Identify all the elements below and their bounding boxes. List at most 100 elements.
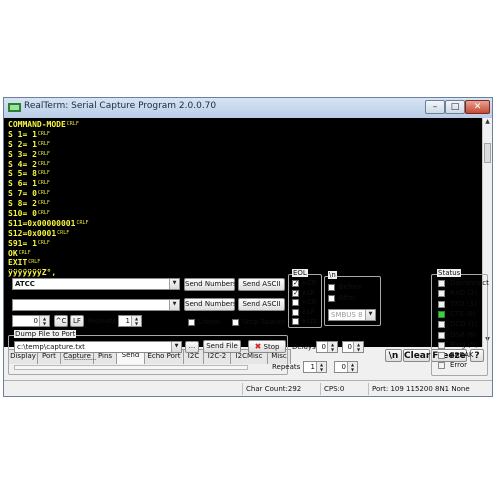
crlf-marker: CRLF bbox=[37, 239, 50, 246]
eol-checkbox[interactable] bbox=[292, 308, 299, 316]
terminal-line: S11=0x00000001CRLF bbox=[8, 219, 482, 229]
app-icon bbox=[8, 103, 21, 112]
terminal-line-text: S 1= 1 bbox=[8, 129, 37, 139]
strip-spaces-checkbox[interactable] bbox=[232, 319, 239, 326]
scroll-up-icon[interactable]: ▲ bbox=[483, 118, 492, 128]
terminal-line: S10= 0CRLF bbox=[8, 209, 482, 219]
title-bar[interactable]: RealTerm: Serial Capture Program 2.0.0.7… bbox=[4, 98, 492, 118]
crlf-marker: CRLF bbox=[28, 259, 41, 266]
send-numbers-button-2[interactable]: Send Numbers bbox=[184, 298, 237, 311]
terminal-line: S12=0x0001CRLF bbox=[8, 229, 482, 239]
ctrl-c-button[interactable]: ^C bbox=[54, 315, 68, 327]
terminal-line: S 5= 8CRLF bbox=[8, 169, 482, 179]
crlf-marker: CRLF bbox=[57, 229, 70, 236]
status-label: BREAK bbox=[450, 351, 474, 360]
eol-checkbox[interactable] bbox=[292, 318, 299, 325]
delay2-value: 0 bbox=[347, 343, 352, 351]
scroll-thumb[interactable] bbox=[484, 143, 491, 163]
dump-repeats1-spinner[interactable]: 1 ▲ ▼ bbox=[303, 361, 327, 373]
terminal-line: COMMAND-MODECRLF bbox=[8, 120, 482, 130]
stop-label: Stop bbox=[263, 343, 280, 351]
eol-checkbox[interactable]: ✓ bbox=[292, 289, 299, 297]
terminal-line-text: COMMAND-MODE bbox=[8, 120, 66, 129]
status-led bbox=[438, 321, 445, 329]
status-label: TXD (3) bbox=[450, 299, 477, 308]
eol-label: +crc bbox=[301, 317, 318, 325]
strip-spaces-label: Strip Spaces bbox=[242, 318, 286, 326]
status-led bbox=[438, 280, 445, 287]
terminal-line-text: EXIT bbox=[8, 258, 28, 268]
spinner-arrows-icon[interactable]: ▲ ▼ bbox=[347, 362, 357, 372]
eol-checkbox[interactable] bbox=[292, 299, 299, 306]
status-led bbox=[438, 310, 445, 318]
eol-label: +LF bbox=[301, 288, 315, 297]
lf-button[interactable]: LF bbox=[70, 315, 84, 327]
eol-checkbox[interactable]: ✓ bbox=[292, 280, 299, 287]
terminal-line-text: S 8= 2 bbox=[8, 199, 37, 209]
after-checkbox[interactable] bbox=[328, 295, 335, 302]
dump-file-path[interactable]: c:\temp\capture.txt ▼ bbox=[14, 341, 182, 353]
realterm-window: RealTerm: Serial Capture Program 2.0.0.7… bbox=[3, 97, 493, 397]
chevron-down-icon[interactable]: ▼ bbox=[171, 342, 181, 352]
terminal-line: S 2= 1CRLF bbox=[8, 140, 482, 150]
send-ascii-button-1[interactable]: Send ASCII bbox=[238, 278, 285, 291]
dump-repeats2-value: 0 bbox=[341, 363, 346, 371]
close-button[interactable]: ✕ bbox=[465, 100, 490, 114]
crlf-marker: CRLF bbox=[37, 160, 50, 167]
chevron-down-icon[interactable]: ▼ bbox=[169, 279, 179, 289]
chevron-down-icon[interactable]: ▼ bbox=[365, 310, 375, 320]
spinner-arrows-icon[interactable]: ▲ ▼ bbox=[39, 316, 49, 326]
crlf-marker: CRLF bbox=[37, 180, 50, 187]
newline-button[interactable]: \n bbox=[385, 349, 402, 362]
delay2-spinner[interactable]: 0 ▲ ▼ bbox=[342, 341, 364, 353]
browse-button[interactable]: ... bbox=[185, 341, 199, 353]
dump-repeats1-value: 1 bbox=[310, 363, 315, 371]
literal-label: Literal bbox=[198, 318, 221, 326]
literal-checkbox[interactable] bbox=[188, 319, 195, 326]
chevron-down-icon[interactable]: ▼ bbox=[169, 300, 179, 310]
before-checkbox[interactable] bbox=[328, 284, 335, 291]
status-label: Error bbox=[450, 361, 468, 370]
terminal-line-text: S12=0x0001 bbox=[8, 228, 57, 238]
send-file-button[interactable]: Send File bbox=[203, 340, 241, 353]
status-led bbox=[438, 331, 445, 339]
terminal-line: S 8= 2CRLF bbox=[8, 199, 482, 209]
dump-repeats2-spinner[interactable]: 0 ▲ ▼ bbox=[334, 361, 358, 373]
terminal-line: S91= 1CRLF bbox=[8, 239, 482, 249]
spinner-arrows-icon[interactable]: ▲ ▼ bbox=[131, 316, 141, 326]
send-input-2[interactable]: ▼ bbox=[12, 299, 180, 311]
after-label: After bbox=[339, 294, 356, 302]
eol-label: +CR bbox=[301, 279, 317, 287]
repeats-spinner[interactable]: 1 ▲ ▼ bbox=[118, 315, 142, 327]
crlf-marker: CRLF bbox=[66, 121, 79, 127]
send-input-1-value: ATCC bbox=[15, 280, 35, 288]
spinner-arrows-icon[interactable]: ▲ ▼ bbox=[327, 342, 337, 352]
stop-button[interactable]: ✖ Stop bbox=[248, 340, 286, 353]
clear-button[interactable]: Clear bbox=[403, 349, 430, 362]
send-numbers-button-1[interactable]: Send Numbers bbox=[184, 278, 237, 291]
terminal-line-text: S 7= 0 bbox=[8, 189, 37, 199]
terminal-line-text: OK bbox=[8, 248, 18, 258]
crlf-marker: CRLF bbox=[18, 249, 31, 256]
dump-repeats-label: Repeats bbox=[272, 363, 301, 371]
spinner-arrows-icon[interactable]: ▲ ▼ bbox=[353, 342, 363, 352]
maximize-button[interactable]: □ bbox=[445, 100, 465, 114]
send-ascii-button-2[interactable]: Send ASCII bbox=[238, 298, 285, 311]
terminal-line: S 1= 1CRLF bbox=[8, 130, 482, 140]
number-spinner-value: 0 bbox=[33, 317, 38, 325]
terminal-line-text: S91= 1 bbox=[8, 238, 37, 248]
delay1-spinner[interactable]: 0 ▲ ▼ bbox=[316, 341, 338, 353]
status-led bbox=[438, 290, 445, 298]
smbus-select[interactable]: SMBUS 8 ▼ bbox=[328, 309, 376, 321]
status-label: CTS (8) bbox=[450, 309, 476, 318]
number-spinner[interactable]: 0 ▲ ▼ bbox=[12, 315, 50, 327]
send-input-1[interactable]: ATCC ▼ bbox=[12, 278, 180, 290]
spinner-arrows-icon[interactable]: ▲ ▼ bbox=[316, 362, 326, 372]
terminal-line: EXITCRLF bbox=[8, 258, 482, 268]
terminal-line-text: ÿÿÿÿÿÿÿZ°, bbox=[8, 268, 57, 278]
dump-file-title: Dump File to Port bbox=[14, 330, 77, 338]
terminal-line-text: S 2= 1 bbox=[8, 139, 37, 149]
minimize-button[interactable]: – bbox=[425, 100, 445, 114]
terminal-output[interactable]: COMMAND-MODECRLF S 1= 1CRLF S 2= 1CRLF S 3=… bbox=[4, 118, 482, 347]
delay1-value: 0 bbox=[321, 343, 326, 351]
